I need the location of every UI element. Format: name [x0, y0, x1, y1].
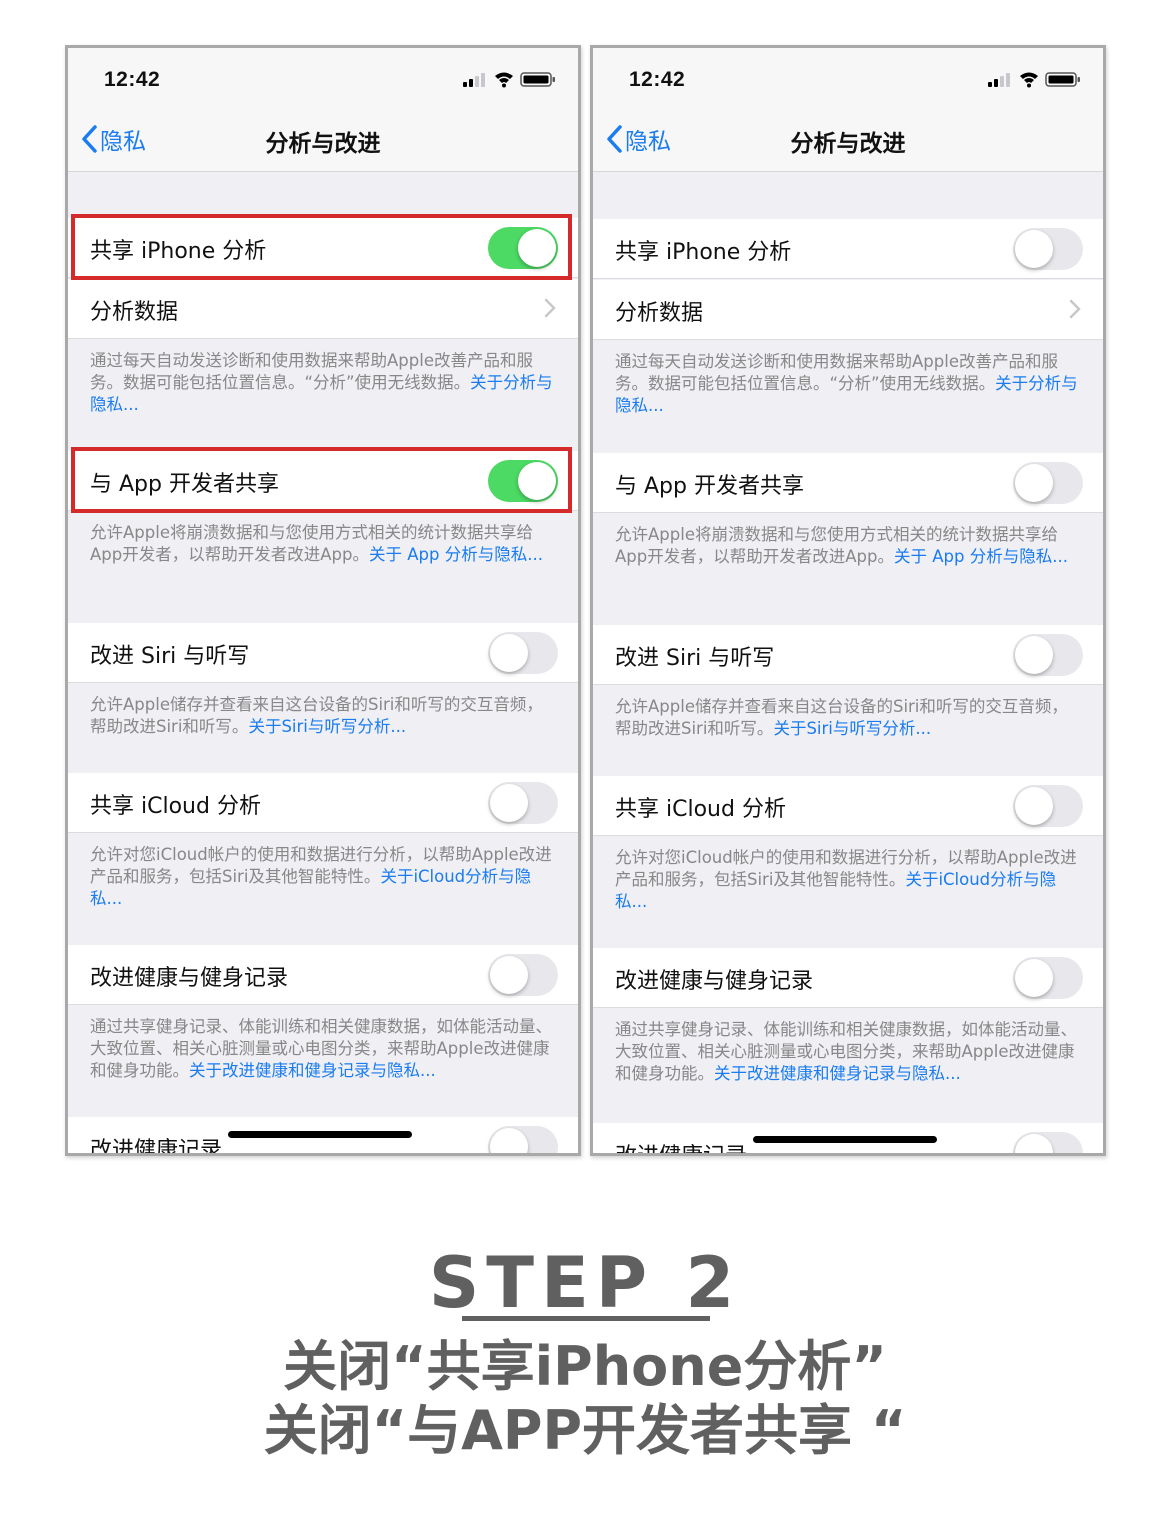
- toggle-knob: [490, 634, 528, 672]
- wifi-icon: [1020, 72, 1038, 88]
- toggle-knob: [1015, 230, 1053, 268]
- chevron-right-icon: [544, 298, 556, 318]
- row-share-with-app-developers: 与 App 开发者共享: [593, 453, 1103, 513]
- toggle-knob: [1015, 959, 1053, 997]
- row-label: 与 App 开发者共享: [615, 474, 804, 499]
- footer-text: 通过每天自动发送诊断和使用数据来帮助Apple改善产品和服务。数据可能包括位置信…: [615, 352, 1058, 393]
- signal-icon: [988, 73, 1010, 87]
- highlight-box-share-iphone: [71, 214, 572, 280]
- improve-siri-toggle[interactable]: [1013, 634, 1083, 676]
- row-improve-siri: 改进 Siri 与听写: [68, 623, 578, 683]
- row-label: 共享 iCloud 分析: [90, 794, 261, 819]
- row-improve-health: 改进健康与健身记录: [68, 945, 578, 1005]
- row-analytics-data[interactable]: 分析数据: [593, 280, 1103, 340]
- footer-iphone-analytics: 通过每天自动发送诊断和使用数据来帮助Apple改善产品和服务。数据可能包括位置信…: [90, 350, 556, 416]
- phone-screenshot-before: 12:42 隐私 分析与改进 共享 iPhone 分析 分析数据 通过每天自动发…: [65, 45, 581, 1156]
- navigation-bar: 12:42 隐私 分析与改进: [593, 48, 1103, 172]
- share-with-developers-toggle[interactable]: [1013, 462, 1083, 504]
- row-analytics-data[interactable]: 分析数据: [68, 279, 578, 339]
- caption-line-2: 关闭“与APP开发者共享 “: [263, 1399, 907, 1462]
- chevron-right-icon: [1069, 299, 1081, 319]
- battery-icon: [1045, 72, 1080, 87]
- share-icloud-toggle[interactable]: [1013, 785, 1083, 827]
- improve-health-toggle[interactable]: [488, 954, 558, 996]
- battery-icon: [520, 72, 555, 87]
- footer-link[interactable]: 关于 App 分析与隐私...: [894, 547, 1068, 566]
- row-label: 分析数据: [90, 300, 179, 325]
- page-title: 分析与改进: [790, 131, 906, 157]
- footer-iphone-analytics: 通过每天自动发送诊断和使用数据来帮助Apple改善产品和服务。数据可能包括位置信…: [615, 351, 1081, 417]
- toggle-knob: [1015, 787, 1053, 825]
- improve-siri-toggle[interactable]: [488, 632, 558, 674]
- share-icloud-toggle[interactable]: [488, 782, 558, 824]
- row-label: 共享 iPhone 分析: [615, 240, 792, 265]
- footer-link[interactable]: 关于改进健康和健身记录与隐私...: [714, 1064, 961, 1083]
- footer-link[interactable]: 关于 App 分析与隐私...: [369, 545, 543, 564]
- footer-icloud: 允许对您iCloud帐户的使用和数据进行分析，以帮助Apple改进产品和服务，包…: [615, 847, 1081, 913]
- row-label: 改进健康记录: [90, 1138, 223, 1156]
- footer-siri: 允许Apple储存并查看来自这台设备的Siri和听写的交互音频，帮助改进Siri…: [615, 696, 1081, 740]
- row-label: 改进 Siri 与听写: [615, 646, 775, 671]
- row-label: 改进健康与健身记录: [90, 966, 289, 991]
- toggle-knob: [490, 956, 528, 994]
- row-label: 改进健康记录: [615, 1138, 747, 1153]
- status-icons: [463, 72, 555, 88]
- footer-text: 通过每天自动发送诊断和使用数据来帮助Apple改善产品和服务。数据可能包括位置信…: [90, 351, 533, 392]
- row-improve-health: 改进健康与健身记录: [593, 948, 1103, 1008]
- step-underline: [462, 1316, 710, 1321]
- footer-health: 通过共享健身记录、体能训练和相关健康数据，如体能活动量、大致位置、相关心脏测量或…: [615, 1019, 1081, 1085]
- page-title: 分析与改进: [265, 131, 381, 157]
- home-indicator: [228, 1131, 412, 1138]
- wifi-icon: [495, 72, 513, 88]
- improve-health-records-toggle[interactable]: [488, 1126, 558, 1153]
- row-share-iphone-analytics: 共享 iPhone 分析: [593, 219, 1103, 279]
- status-icons: [988, 72, 1080, 88]
- toggle-knob: [1015, 464, 1053, 502]
- toggle-knob: [490, 784, 528, 822]
- row-label: 分析数据: [615, 301, 704, 326]
- status-time: 12:42: [104, 68, 161, 91]
- row-label: 改进健康与健身记录: [615, 969, 814, 994]
- row-label: 改进 Siri 与听写: [90, 644, 250, 669]
- step-title: STEP 2: [428, 1242, 742, 1324]
- improve-health-toggle[interactable]: [1013, 957, 1083, 999]
- phone-screenshot-after: 12:42 隐私 分析与改进 共享 iPhone 分析 分析数据 通过每天自动发…: [590, 45, 1106, 1156]
- highlight-box-share-developers: [71, 447, 572, 513]
- signal-icon: [463, 73, 485, 87]
- toggle-knob: [1015, 636, 1053, 674]
- toggle-knob: [1015, 1134, 1053, 1153]
- row-share-icloud: 共享 iCloud 分析: [68, 773, 578, 833]
- toggle-knob: [490, 1128, 528, 1153]
- row-improve-siri: 改进 Siri 与听写: [593, 625, 1103, 685]
- home-indicator: [753, 1136, 937, 1143]
- footer-developers: 允许Apple将崩溃数据和与您使用方式相关的统计数据共享给App开发者，以帮助开…: [90, 522, 556, 566]
- improve-health-records-toggle[interactable]: [1013, 1132, 1083, 1153]
- row-label: 共享 iCloud 分析: [615, 797, 786, 822]
- share-iphone-analytics-toggle[interactable]: [1013, 228, 1083, 270]
- footer-link[interactable]: 关于改进健康和健身记录与隐私...: [189, 1061, 436, 1080]
- footer-link[interactable]: 关于Siri与听写分析...: [248, 717, 406, 736]
- footer-health: 通过共享健身记录、体能训练和相关健康数据，如体能活动量、大致位置、相关心脏测量或…: [90, 1016, 556, 1082]
- footer-link[interactable]: 关于Siri与听写分析...: [773, 719, 931, 738]
- row-share-icloud: 共享 iCloud 分析: [593, 776, 1103, 836]
- status-time: 12:42: [629, 68, 686, 91]
- footer-developers: 允许Apple将崩溃数据和与您使用方式相关的统计数据共享给App开发者，以帮助开…: [615, 524, 1081, 568]
- navigation-bar: 12:42 隐私 分析与改进: [68, 48, 578, 172]
- footer-icloud: 允许对您iCloud帐户的使用和数据进行分析，以帮助Apple改进产品和服务，包…: [90, 844, 556, 910]
- footer-siri: 允许Apple储存并查看来自这台设备的Siri和听写的交互音频，帮助改进Siri…: [90, 694, 556, 738]
